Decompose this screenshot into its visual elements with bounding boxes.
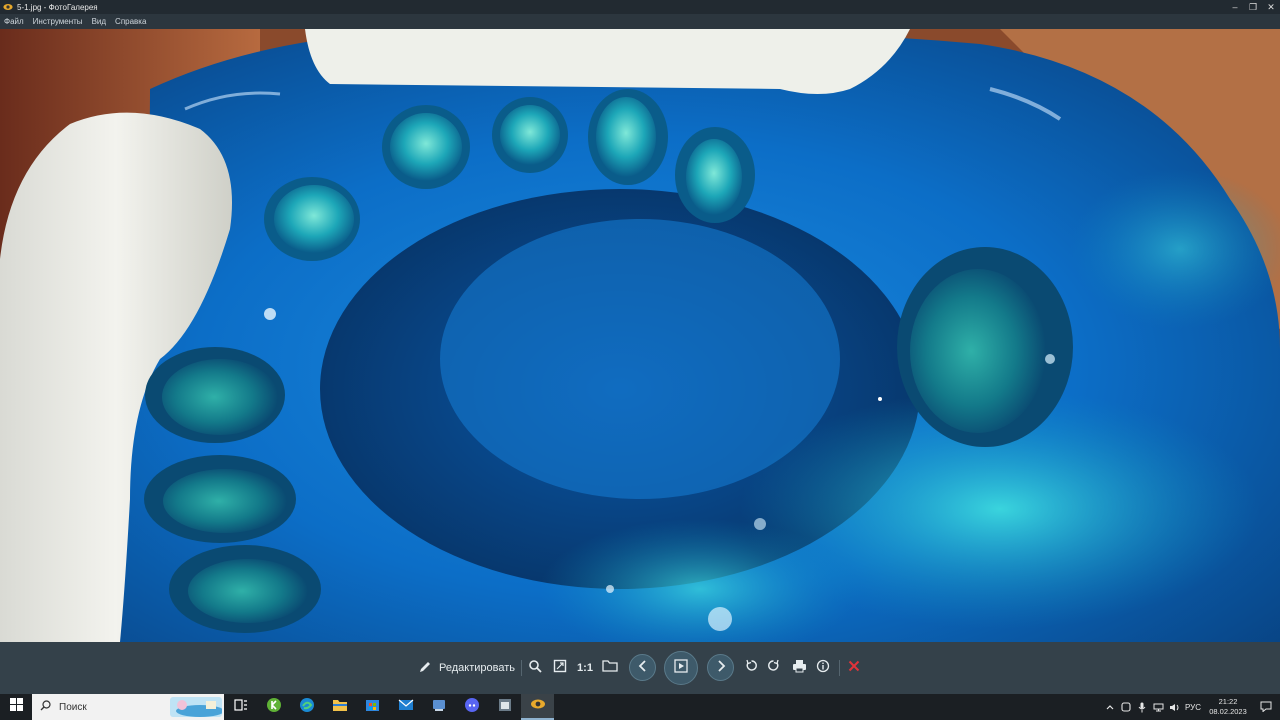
slideshow-icon [674,658,688,678]
taskbar-edge[interactable] [290,694,323,720]
tray-expand-icon[interactable] [1102,694,1118,720]
edge-icon [299,697,315,718]
fit-window-button[interactable] [550,656,570,680]
volume-icon[interactable] [1166,694,1182,720]
network-icon[interactable] [1150,694,1166,720]
taskbar-app-generic[interactable] [422,694,455,720]
zoom-icon [528,659,542,678]
mail-icon [398,698,414,716]
clock-date: 08.02.2023 [1209,707,1247,716]
zoom-button[interactable] [525,656,545,680]
slideshow-button[interactable] [664,651,698,685]
microphone-icon[interactable] [1134,694,1150,720]
one-to-one-button[interactable]: 1:1 [575,656,595,680]
tray-app-icon[interactable] [1118,694,1134,720]
file-explorer-icon [332,698,348,717]
next-icon [716,659,726,677]
window-title: 5-1.jpg - ФотоГалерея [17,2,98,12]
close-button[interactable]: ✕ [1262,0,1280,14]
photo-gallery-window: 5-1.jpg - ФотоГалерея – ❐ ✕ Файл Инструм… [0,0,1280,720]
previous-button[interactable] [629,654,656,681]
delete-button[interactable] [844,656,864,680]
prev-icon [638,659,648,677]
edit-button[interactable]: Редактировать [418,656,515,680]
info-icon [816,659,830,678]
taskbar-photo-gallery[interactable] [521,694,554,720]
menu-bar: Файл Инструменты Вид Справка [0,14,1280,29]
taskbar-mail[interactable] [389,694,422,720]
taskbar-app-1[interactable] [257,694,290,720]
app-window-icon [497,697,513,718]
menu-tools[interactable]: Инструменты [33,17,83,26]
restore-button[interactable]: ❐ [1244,0,1262,14]
rotate-right-icon [767,659,780,677]
search-icon [40,700,51,714]
discord-icon [464,697,480,718]
menu-help[interactable]: Справка [115,17,146,26]
search-placeholder: Поиск [59,701,87,713]
app-generic-icon [431,697,447,718]
windows-logo-icon [9,698,23,716]
system-tray: РУС 21:22 08.02.2023 [1102,694,1280,720]
title-bar: 5-1.jpg - ФотоГалерея – ❐ ✕ [0,0,1280,14]
taskbar-discord[interactable] [455,694,488,720]
notification-button[interactable] [1252,701,1280,714]
open-folder-button[interactable] [600,656,620,680]
store-icon [365,697,380,717]
info-button[interactable] [813,656,833,680]
taskbar-file-explorer[interactable] [323,694,356,720]
language-indicator[interactable]: РУС [1182,694,1204,720]
dental-impression-photo [0,29,1280,642]
taskbar-search[interactable]: Поиск [32,694,224,720]
task-view-button[interactable] [224,694,257,720]
print-icon [792,659,807,678]
print-button[interactable] [789,656,809,680]
fit-window-icon [553,659,567,678]
taskbar: Поиск РУС 21:22 08.02.2023 [0,694,1280,720]
minimize-button[interactable]: – [1226,0,1244,14]
next-button[interactable] [707,654,734,681]
clock[interactable]: 21:22 08.02.2023 [1204,697,1252,717]
search-highlight-image [170,697,222,717]
notification-icon [1260,701,1272,714]
rotate-right-button[interactable] [763,656,783,680]
taskbar-app-window[interactable] [488,694,521,720]
app-eye-icon [3,2,13,12]
toolbar-divider [839,660,840,676]
rotate-left-icon [745,659,758,677]
start-button[interactable] [0,694,32,720]
app-green-icon [266,697,282,718]
task-view-icon [233,698,248,716]
photo-view[interactable] [0,29,1280,642]
edit-label: Редактировать [439,662,515,674]
menu-view[interactable]: Вид [92,17,106,26]
clock-time: 21:22 [1218,697,1238,706]
toolbar-divider [521,660,522,676]
photo-gallery-icon [530,697,546,715]
folder-icon [602,659,618,677]
menu-file[interactable]: Файл [4,17,24,26]
viewer-toolbar: Редактировать 1:1 [0,642,1280,694]
pencil-icon [418,660,432,677]
rotate-left-button[interactable] [741,656,761,680]
delete-icon [848,659,860,677]
taskbar-store[interactable] [356,694,389,720]
